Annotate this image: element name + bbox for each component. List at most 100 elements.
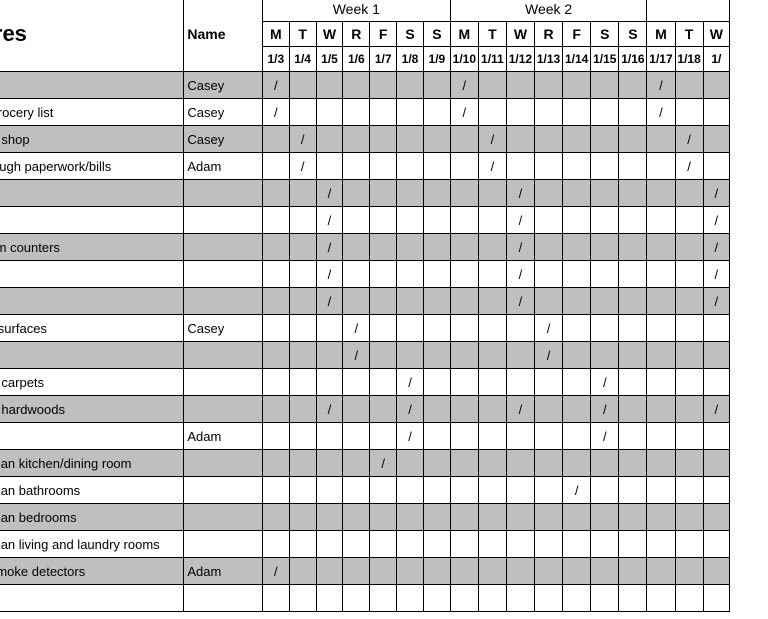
schedule-cell[interactable] — [397, 99, 424, 126]
schedule-cell[interactable] — [262, 531, 289, 558]
schedule-cell[interactable] — [534, 450, 562, 477]
schedule-cell[interactable] — [619, 180, 647, 207]
schedule-cell[interactable] — [423, 369, 450, 396]
schedule-cell[interactable] — [675, 396, 703, 423]
schedule-cell[interactable] — [262, 504, 289, 531]
schedule-cell[interactable] — [619, 558, 647, 585]
schedule-cell[interactable]: / — [450, 72, 478, 99]
schedule-cell[interactable] — [591, 450, 619, 477]
schedule-cell[interactable] — [647, 477, 675, 504]
schedule-cell[interactable] — [423, 315, 450, 342]
schedule-cell[interactable] — [423, 99, 450, 126]
schedule-cell[interactable] — [563, 504, 591, 531]
schedule-cell[interactable] — [675, 207, 703, 234]
schedule-cell[interactable] — [450, 153, 478, 180]
schedule-cell[interactable] — [478, 207, 506, 234]
schedule-cell[interactable]: / — [534, 315, 562, 342]
schedule-cell[interactable] — [506, 315, 534, 342]
schedule-cell[interactable] — [289, 369, 316, 396]
schedule-cell[interactable] — [703, 450, 729, 477]
schedule-cell[interactable] — [262, 180, 289, 207]
schedule-cell[interactable] — [370, 153, 397, 180]
schedule-cell[interactable] — [450, 423, 478, 450]
schedule-cell[interactable] — [343, 288, 370, 315]
schedule-cell[interactable] — [450, 342, 478, 369]
schedule-cell[interactable] — [591, 504, 619, 531]
schedule-cell[interactable] — [647, 315, 675, 342]
schedule-cell[interactable] — [343, 153, 370, 180]
schedule-cell[interactable] — [506, 126, 534, 153]
schedule-cell[interactable] — [262, 234, 289, 261]
schedule-cell[interactable] — [563, 72, 591, 99]
schedule-cell[interactable] — [450, 558, 478, 585]
schedule-cell[interactable] — [370, 504, 397, 531]
schedule-cell[interactable] — [591, 261, 619, 288]
schedule-cell[interactable] — [370, 180, 397, 207]
schedule-cell[interactable] — [370, 234, 397, 261]
schedule-cell[interactable]: / — [316, 234, 343, 261]
schedule-cell[interactable]: / — [316, 261, 343, 288]
schedule-cell[interactable] — [397, 153, 424, 180]
schedule-cell[interactable] — [563, 396, 591, 423]
schedule-cell[interactable] — [478, 504, 506, 531]
schedule-cell[interactable] — [289, 261, 316, 288]
schedule-cell[interactable] — [534, 585, 562, 612]
schedule-cell[interactable] — [619, 504, 647, 531]
schedule-cell[interactable] — [397, 504, 424, 531]
schedule-cell[interactable] — [506, 153, 534, 180]
schedule-cell[interactable] — [262, 477, 289, 504]
schedule-cell[interactable] — [647, 180, 675, 207]
schedule-cell[interactable] — [343, 99, 370, 126]
schedule-cell[interactable] — [289, 585, 316, 612]
schedule-cell[interactable] — [370, 585, 397, 612]
schedule-cell[interactable] — [478, 558, 506, 585]
schedule-cell[interactable] — [703, 153, 729, 180]
schedule-cell[interactable] — [534, 369, 562, 396]
schedule-cell[interactable] — [506, 99, 534, 126]
schedule-cell[interactable] — [316, 342, 343, 369]
schedule-cell[interactable] — [506, 585, 534, 612]
schedule-cell[interactable] — [289, 234, 316, 261]
schedule-cell[interactable] — [423, 207, 450, 234]
schedule-cell[interactable]: / — [343, 342, 370, 369]
schedule-cell[interactable] — [534, 72, 562, 99]
schedule-cell[interactable] — [506, 504, 534, 531]
schedule-cell[interactable] — [563, 234, 591, 261]
schedule-cell[interactable] — [316, 477, 343, 504]
schedule-cell[interactable] — [703, 585, 729, 612]
schedule-cell[interactable]: / — [262, 558, 289, 585]
schedule-cell[interactable] — [397, 315, 424, 342]
schedule-cell[interactable] — [675, 585, 703, 612]
schedule-cell[interactable] — [506, 423, 534, 450]
schedule-cell[interactable]: / — [591, 423, 619, 450]
schedule-cell[interactable] — [563, 450, 591, 477]
schedule-cell[interactable] — [450, 207, 478, 234]
schedule-cell[interactable] — [647, 126, 675, 153]
schedule-cell[interactable]: / — [703, 234, 729, 261]
schedule-cell[interactable] — [675, 288, 703, 315]
schedule-cell[interactable] — [675, 99, 703, 126]
schedule-cell[interactable] — [370, 315, 397, 342]
schedule-cell[interactable] — [619, 477, 647, 504]
schedule-cell[interactable] — [450, 315, 478, 342]
schedule-cell[interactable] — [478, 477, 506, 504]
schedule-cell[interactable] — [563, 261, 591, 288]
schedule-cell[interactable]: / — [262, 72, 289, 99]
schedule-cell[interactable] — [450, 369, 478, 396]
schedule-cell[interactable] — [423, 477, 450, 504]
schedule-cell[interactable] — [563, 288, 591, 315]
schedule-cell[interactable] — [619, 450, 647, 477]
schedule-cell[interactable] — [563, 180, 591, 207]
schedule-cell[interactable] — [289, 342, 316, 369]
schedule-cell[interactable] — [619, 423, 647, 450]
schedule-cell[interactable] — [478, 234, 506, 261]
schedule-cell[interactable]: / — [506, 288, 534, 315]
schedule-cell[interactable]: / — [370, 450, 397, 477]
schedule-cell[interactable] — [343, 450, 370, 477]
schedule-cell[interactable] — [289, 180, 316, 207]
schedule-cell[interactable] — [506, 477, 534, 504]
schedule-cell[interactable] — [289, 288, 316, 315]
schedule-cell[interactable] — [703, 504, 729, 531]
schedule-cell[interactable] — [316, 126, 343, 153]
schedule-cell[interactable] — [675, 261, 703, 288]
